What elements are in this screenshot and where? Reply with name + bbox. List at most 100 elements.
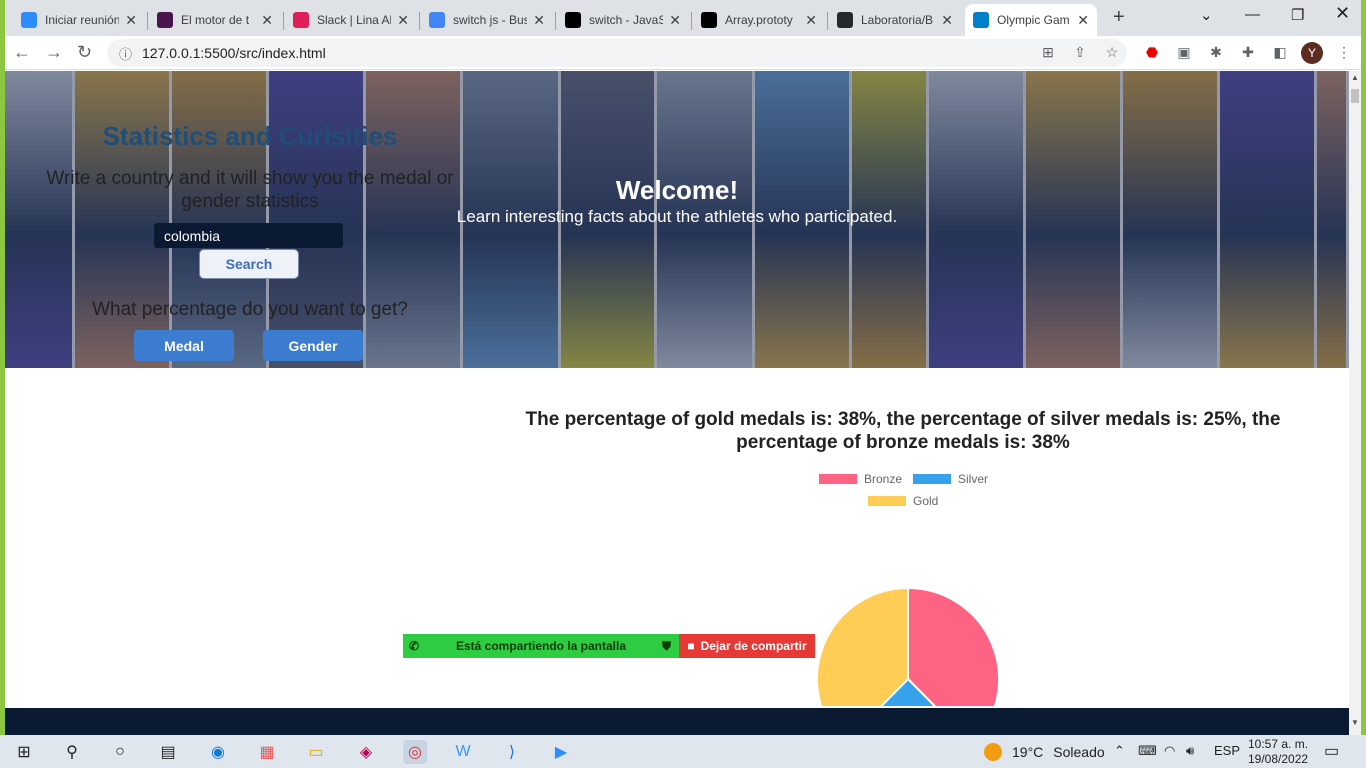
back-button[interactable]: ← bbox=[13, 42, 31, 63]
extension-icon[interactable]: ▣ bbox=[1175, 43, 1193, 61]
scroll-thumb[interactable] bbox=[1351, 89, 1359, 103]
browser-tab[interactable]: Array.prototy ✕ bbox=[693, 4, 825, 36]
scroll-down-arrow[interactable]: ▼ bbox=[1351, 718, 1359, 727]
browser-tab[interactable]: Slack | Lina Al ✕ bbox=[285, 4, 417, 36]
tab-separator bbox=[283, 12, 284, 30]
stop-sharing-label: Dejar de compartir bbox=[700, 639, 807, 653]
close-tab-icon[interactable]: ✕ bbox=[669, 12, 681, 29]
slack-icon bbox=[157, 12, 173, 28]
country-prompt: Write a country and it will show you the… bbox=[46, 168, 454, 212]
browser-toolbar: ← → ↻ ⓘ 127.0.0.1:5500/src/index.html ⊞ … bbox=[5, 36, 1361, 70]
screen-share-bar: ✆ Está compartiendo la pantalla ⛊ ■ Deja… bbox=[403, 634, 815, 658]
scroll-up-arrow[interactable]: ▲ bbox=[1351, 73, 1359, 82]
show-hidden-icons[interactable]: ⌃ bbox=[1114, 743, 1125, 759]
vscode-icon[interactable]: ⟩ bbox=[500, 740, 524, 764]
stop-sharing-button[interactable]: ■ Dejar de compartir bbox=[679, 634, 815, 658]
weather-widget[interactable]: 19°C Soleado bbox=[984, 743, 1105, 761]
side-panel-icon[interactable]: ◧ bbox=[1271, 43, 1289, 61]
tab-title: Slack | Lina Al bbox=[317, 13, 392, 27]
search-icon[interactable]: ⚲ bbox=[60, 740, 84, 764]
new-tab-button[interactable]: + bbox=[1113, 6, 1125, 29]
browser-tab[interactable]: switch js - Bus ✕ bbox=[421, 4, 553, 36]
puzzle-icon[interactable]: ✚ bbox=[1239, 43, 1257, 61]
percentage-question: What percentage do you want to get? bbox=[92, 299, 408, 320]
mdn-icon bbox=[701, 12, 717, 28]
edge-icon[interactable]: ◉ bbox=[206, 740, 230, 764]
stats-title: Statistics and Curisities bbox=[102, 121, 398, 151]
close-tab-icon[interactable]: ✕ bbox=[261, 12, 273, 29]
legend-label-bronze[interactable]: Bronze bbox=[864, 472, 902, 486]
slack-icon bbox=[293, 12, 309, 28]
zoom-icon bbox=[21, 12, 37, 28]
chart-title: The percentage of gold medals is: 38%, t… bbox=[525, 409, 1281, 453]
legend-label-gold[interactable]: Gold bbox=[913, 494, 938, 508]
github-icon bbox=[837, 12, 853, 28]
close-tab-icon[interactable]: ✕ bbox=[805, 12, 817, 29]
clock[interactable]: 10:57 a. m. 19/08/2022 bbox=[1248, 735, 1308, 767]
tab-title: switch js - Bus bbox=[453, 13, 528, 27]
notifications-icon[interactable]: ▭ bbox=[1324, 741, 1339, 761]
legend-swatch-silver[interactable] bbox=[913, 474, 951, 484]
profile-avatar[interactable]: Y bbox=[1301, 42, 1323, 64]
legend-swatch-gold[interactable] bbox=[868, 496, 906, 506]
reload-button[interactable]: ↻ bbox=[77, 42, 92, 63]
pie-slice-gold[interactable] bbox=[816, 586, 909, 706]
zoom-icon[interactable]: ▶ bbox=[549, 740, 573, 764]
site-info-icon[interactable]: ⓘ bbox=[119, 44, 132, 63]
file-explorer-icon[interactable]: ▭ bbox=[304, 740, 328, 764]
forward-button[interactable]: → bbox=[45, 42, 63, 63]
adblock-icon[interactable]: ⬣ bbox=[1143, 43, 1161, 61]
country-input[interactable] bbox=[154, 223, 343, 248]
sharing-status: ✆ Está compartiendo la pantalla ⛊ bbox=[403, 634, 679, 658]
tab-separator bbox=[147, 12, 148, 30]
ime-icon[interactable]: ⌨ bbox=[1138, 743, 1157, 759]
search-button[interactable]: Search bbox=[199, 249, 299, 279]
close-window-button[interactable]: ✕ bbox=[1335, 3, 1350, 24]
legend-swatch-bronze[interactable] bbox=[819, 474, 857, 484]
menu-icon[interactable]: ⋮ bbox=[1335, 43, 1353, 61]
sun-icon bbox=[984, 743, 1002, 761]
weather-text: Soleado bbox=[1053, 744, 1105, 760]
mdn-icon bbox=[565, 12, 581, 28]
webex-icon[interactable]: W bbox=[451, 740, 475, 764]
browser-tab[interactable]: Laboratoria/B ✕ bbox=[829, 4, 961, 36]
wifi-icon[interactable]: ◠ bbox=[1164, 743, 1175, 759]
browser-tab[interactable]: Olympic Gam ✕ bbox=[965, 4, 1097, 36]
bookmark-star-icon[interactable]: ☆ bbox=[1103, 43, 1121, 61]
page-scrollbar[interactable]: ▲ ▼ bbox=[1349, 71, 1361, 735]
tab-title: switch - JavaS bbox=[589, 13, 664, 27]
task-view-icon[interactable]: ▤ bbox=[156, 740, 180, 764]
close-tab-icon[interactable]: ✕ bbox=[125, 12, 137, 29]
chrome-icon[interactable]: ◎ bbox=[403, 740, 427, 764]
close-tab-icon[interactable]: ✕ bbox=[1077, 12, 1089, 29]
tab-title: El motor de t bbox=[181, 13, 250, 27]
bug-extension-icon[interactable]: ✱ bbox=[1207, 43, 1225, 61]
close-tab-icon[interactable]: ✕ bbox=[941, 12, 953, 29]
pie-slice-bronze[interactable] bbox=[907, 586, 1000, 706]
stop-icon: ■ bbox=[687, 639, 695, 653]
address-bar[interactable]: ⓘ 127.0.0.1:5500/src/index.html bbox=[107, 39, 1127, 67]
cortana-icon[interactable]: ○ bbox=[108, 740, 132, 764]
volume-icon[interactable]: 🔊︎ bbox=[1186, 743, 1194, 759]
url-text: 127.0.0.1:5500/src/index.html bbox=[142, 45, 326, 61]
store-icon[interactable]: ▦ bbox=[255, 740, 279, 764]
minimize-button[interactable]: — bbox=[1245, 6, 1260, 23]
share-icon[interactable]: ⇪ bbox=[1071, 43, 1089, 61]
browser-tab[interactable]: El motor de t ✕ bbox=[149, 4, 281, 36]
translate-icon[interactable]: ⊞ bbox=[1039, 43, 1057, 61]
browser-tab[interactable]: Iniciar reunión ✕ bbox=[13, 4, 145, 36]
tab-strip: + ⌄ — ❐ ✕ Iniciar reunión ✕ El motor de t ✕… bbox=[5, 0, 1361, 36]
language-indicator[interactable]: ESP bbox=[1214, 743, 1240, 758]
medal-button[interactable]: Medal bbox=[134, 330, 234, 361]
tab-search-icon[interactable]: ⌄ bbox=[1200, 6, 1213, 24]
windows-start-icon[interactable]: ⊞ bbox=[12, 740, 36, 764]
restore-button[interactable]: ❐ bbox=[1291, 6, 1304, 24]
brave-icon[interactable]: ◈ bbox=[354, 740, 378, 764]
temperature: 19°C bbox=[1012, 744, 1044, 760]
close-tab-icon[interactable]: ✕ bbox=[397, 12, 409, 29]
browser-tab[interactable]: switch - JavaS ✕ bbox=[557, 4, 689, 36]
google-icon bbox=[429, 12, 445, 28]
close-tab-icon[interactable]: ✕ bbox=[533, 12, 545, 29]
gender-button[interactable]: Gender bbox=[263, 330, 363, 361]
legend-label-silver[interactable]: Silver bbox=[958, 472, 988, 486]
